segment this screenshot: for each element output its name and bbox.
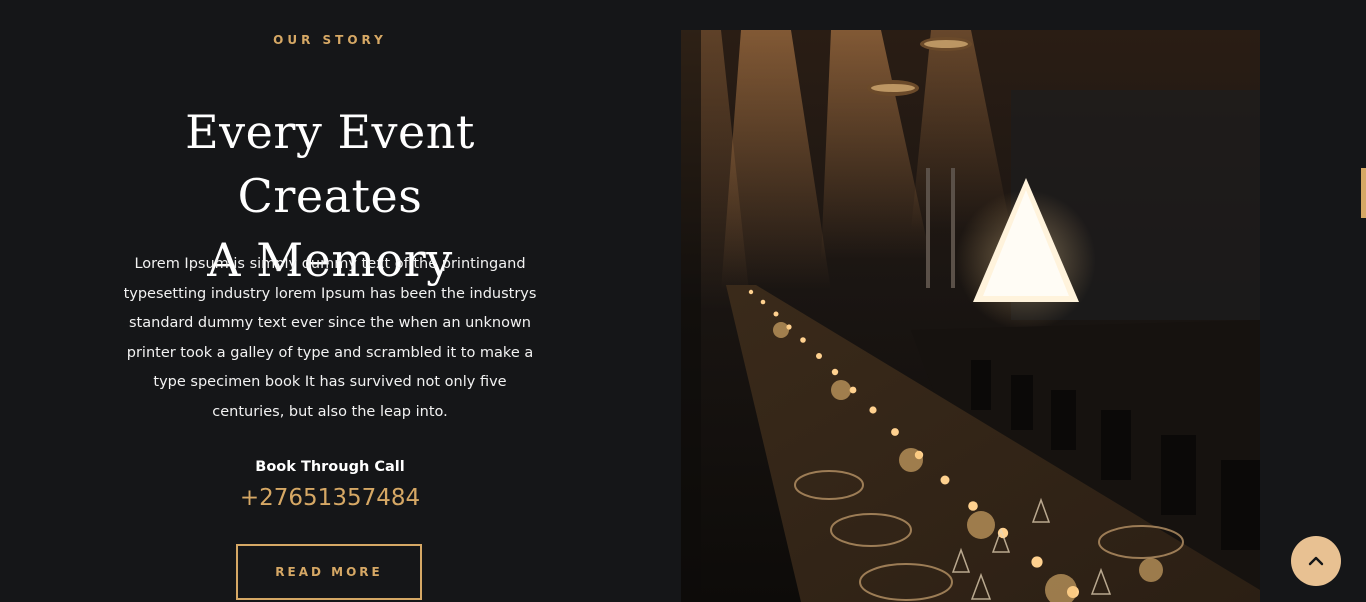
scroll-to-top-button[interactable] xyxy=(1291,536,1341,586)
section-eyebrow: OUR STORY xyxy=(273,33,387,47)
read-more-button[interactable]: READ MORE xyxy=(236,544,422,600)
call-label: Book Through Call xyxy=(255,459,405,475)
side-tab-marker[interactable] xyxy=(1361,168,1366,218)
chevron-up-icon xyxy=(1308,556,1324,566)
title-line-1: Every Event Creates xyxy=(185,105,475,223)
banquet-hall-image xyxy=(681,30,1260,602)
event-photo xyxy=(681,30,1260,602)
story-body-text: Lorem Ipsum is simply dummy text of the … xyxy=(123,256,537,420)
phone-number[interactable]: +27651357484 xyxy=(100,485,560,511)
